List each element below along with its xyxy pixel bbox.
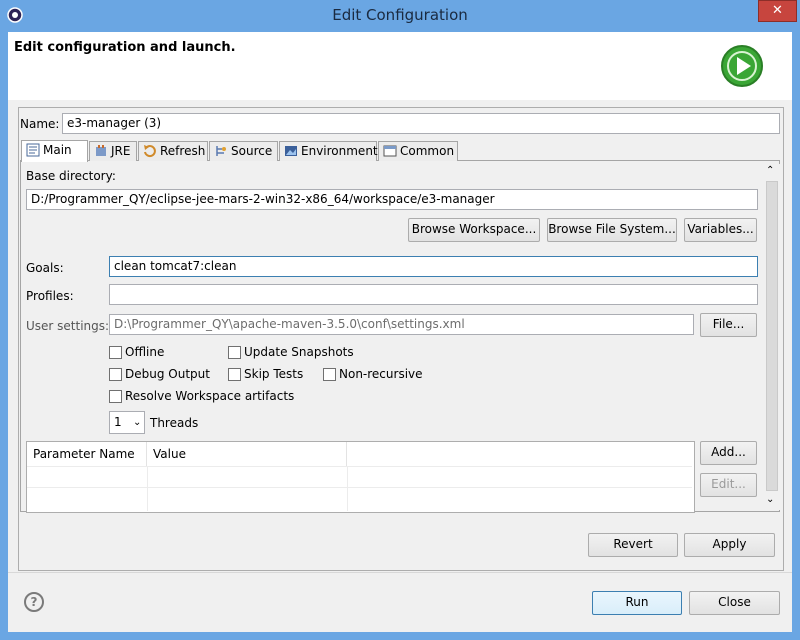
tab-common[interactable]: Common (378, 141, 458, 161)
jre-icon (94, 144, 108, 158)
tab-source-label: Source (231, 144, 273, 158)
profiles-label: Profiles: (26, 289, 74, 303)
non-recursive-checkbox[interactable] (323, 368, 336, 381)
scroll-up-icon[interactable]: ⌃ (766, 165, 774, 176)
table-divider (147, 466, 148, 511)
tab-source[interactable]: Source (209, 141, 278, 161)
tab-refresh-label: Refresh (160, 144, 206, 158)
chevron-down-icon: ⌄ (133, 417, 142, 428)
tab-environment-label: Environment (301, 144, 378, 158)
threads-select[interactable]: 1 ⌄ (109, 411, 145, 434)
threads-value: 1 (114, 415, 122, 429)
scroll-down-icon[interactable]: ⌄ (766, 494, 774, 505)
footer-divider (8, 572, 792, 573)
environment-icon (284, 144, 298, 158)
tab-environment[interactable]: Environment (279, 141, 378, 161)
resolve-workspace-checkbox[interactable] (109, 390, 122, 403)
column-header-parameter-name[interactable]: Parameter Name (27, 442, 147, 466)
update-snapshots-label: Update Snapshots (244, 345, 354, 359)
table-row[interactable] (27, 487, 692, 509)
goals-input[interactable]: clean tomcat7:clean (109, 256, 758, 277)
apply-button[interactable]: Apply (684, 533, 775, 557)
run-play-icon (721, 45, 763, 87)
run-button[interactable]: Run (592, 591, 682, 615)
name-input[interactable]: e3-manager (3) (62, 113, 780, 134)
file-button[interactable]: File... (700, 313, 757, 337)
skip-tests-label: Skip Tests (244, 367, 304, 381)
refresh-icon (143, 144, 157, 158)
close-button[interactable]: Close (689, 591, 780, 615)
user-settings-label: User settings: (26, 319, 110, 333)
add-parameter-button[interactable]: Add... (700, 441, 757, 465)
browse-workspace-button[interactable]: Browse Workspace... (408, 218, 540, 242)
offline-label: Offline (125, 345, 165, 359)
goals-label: Goals: (26, 261, 64, 275)
tab-refresh[interactable]: Refresh (138, 141, 208, 161)
name-label: Name: (20, 117, 60, 131)
main-tab-icon (26, 143, 40, 157)
tab-main-label: Main (43, 143, 72, 157)
revert-button[interactable]: Revert (588, 533, 678, 557)
debug-output-label: Debug Output (125, 367, 210, 381)
help-icon[interactable]: ? (24, 592, 44, 612)
tab-main[interactable]: Main (21, 140, 88, 162)
variables-button[interactable]: Variables... (684, 218, 757, 242)
table-divider (347, 466, 348, 511)
close-window-button[interactable]: ✕ (758, 0, 797, 22)
update-snapshots-checkbox[interactable] (228, 346, 241, 359)
scrollbar-thumb[interactable] (766, 181, 778, 491)
threads-label: Threads (150, 416, 199, 430)
tab-jre-label: JRE (111, 144, 131, 158)
profiles-input[interactable] (109, 284, 758, 305)
tab-common-label: Common (400, 144, 455, 158)
resolve-workspace-label: Resolve Workspace artifacts (125, 389, 295, 403)
tab-jre[interactable]: JRE (89, 141, 137, 161)
edit-parameter-button[interactable]: Edit... (700, 473, 757, 497)
header-title: Edit configuration and launch. (14, 40, 236, 55)
offline-checkbox[interactable] (109, 346, 122, 359)
browse-file-system-button[interactable]: Browse File System... (547, 218, 677, 242)
base-directory-label: Base directory: (26, 169, 116, 183)
window-title: Edit Configuration (332, 6, 468, 24)
user-settings-input[interactable]: D:\Programmer_QY\apache-maven-3.5.0\conf… (109, 314, 694, 335)
source-icon (214, 144, 228, 158)
common-icon (383, 144, 397, 158)
skip-tests-checkbox[interactable] (228, 368, 241, 381)
column-header-value[interactable]: Value (147, 442, 347, 466)
table-row[interactable] (27, 466, 692, 488)
non-recursive-label: Non-recursive (339, 367, 423, 381)
base-directory-input[interactable]: D:/Programmer_QY/eclipse-jee-mars-2-win3… (26, 189, 758, 210)
debug-output-checkbox[interactable] (109, 368, 122, 381)
